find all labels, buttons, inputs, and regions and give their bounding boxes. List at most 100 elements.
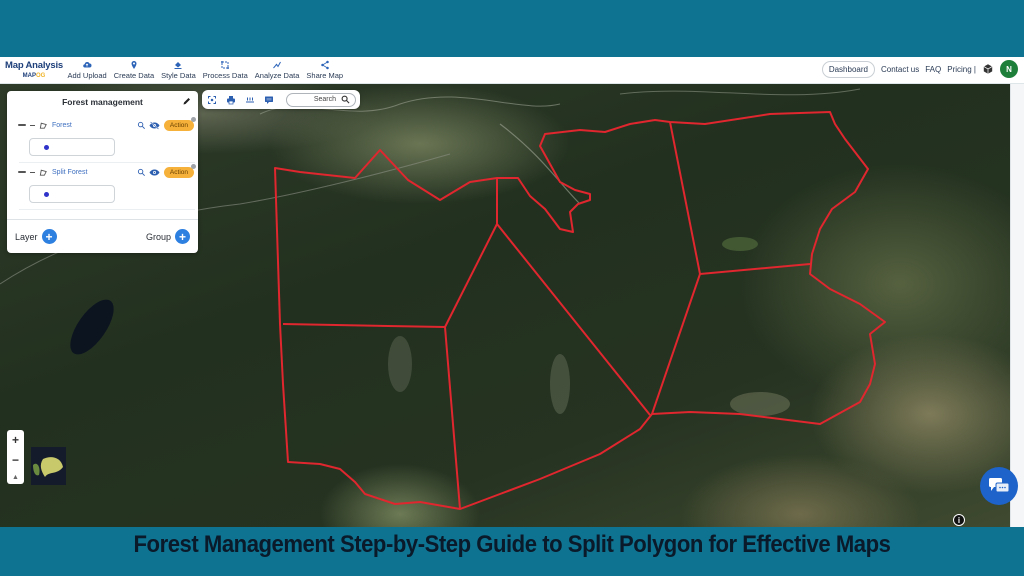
clearing — [388, 336, 412, 392]
menu-add-upload[interactable]: Add Upload — [64, 60, 110, 80]
share-icon — [320, 60, 329, 70]
globe-thumbnail — [33, 457, 63, 477]
divider — [19, 162, 195, 163]
action-label: Action — [169, 121, 188, 129]
eye-visible-icon[interactable] — [149, 168, 160, 177]
collapse-icon[interactable] — [30, 171, 35, 173]
comment-icon[interactable] — [264, 95, 274, 105]
add-layer-label: Layer — [15, 231, 38, 242]
layer-style-preview[interactable] — [29, 138, 115, 156]
collapse-icon[interactable] — [30, 124, 35, 126]
lake — [70, 299, 114, 355]
contact-us-link[interactable]: Contact us — [881, 65, 919, 74]
paint-bucket-icon — [174, 62, 182, 69]
divider — [19, 209, 195, 210]
menu-label: Process Data — [202, 71, 248, 80]
point-style-dot — [44, 192, 49, 197]
action-button[interactable]: Action — [163, 163, 196, 178]
process-icon — [221, 61, 230, 69]
clearing — [550, 354, 570, 414]
cloud-upload-icon — [83, 61, 92, 68]
location-pin-icon — [131, 61, 137, 69]
road — [619, 88, 861, 96]
split-line[interactable] — [651, 121, 701, 415]
map-toolbar: Search — [202, 90, 360, 109]
search-icon — [341, 95, 350, 104]
live-chat-button[interactable] — [980, 467, 1018, 505]
clearing — [730, 392, 790, 416]
polygon-icon — [39, 122, 47, 129]
menu-share-map[interactable]: Share Map — [303, 60, 347, 80]
plus-icon: + — [41, 229, 57, 244]
split-line[interactable] — [444, 223, 651, 416]
pricing-link[interactable]: Pricing | — [947, 65, 976, 74]
drag-handle-icon[interactable] — [18, 124, 26, 126]
right-navigation: Dashboard Contact us FAQ Pricing | N — [821, 60, 1018, 78]
action-label: Action — [169, 168, 188, 176]
add-group-label: Group — [145, 231, 171, 242]
zoom-controls: + − ▲ — [7, 430, 24, 484]
zoom-to-layer-icon[interactable] — [137, 121, 146, 130]
menu-create-data[interactable]: Create Data — [110, 60, 157, 80]
logo-map-text: MAP — [22, 72, 36, 79]
cube-icon[interactable] — [982, 63, 994, 75]
road — [499, 123, 581, 205]
panel-title: Forest management — [62, 97, 143, 107]
banner-frame: Map Analysis MAPOG Add Upload Create Dat… — [0, 0, 1024, 576]
search-label: Search — [313, 96, 336, 103]
menu-label: Style Data — [161, 71, 196, 80]
status-dot — [191, 116, 196, 122]
chat-bubbles-icon — [989, 478, 1010, 493]
compass-button[interactable]: ▲ — [12, 474, 19, 481]
layer-name[interactable]: Split Forest — [52, 169, 137, 176]
map-search-input[interactable]: Search — [286, 92, 356, 107]
forest-boundary[interactable] — [274, 111, 886, 510]
status-dot — [191, 163, 196, 169]
layer-name[interactable]: Forest — [52, 122, 137, 129]
menu-label: Create Data — [113, 71, 155, 80]
fullscreen-icon[interactable] — [207, 95, 217, 105]
menu-analyze-data[interactable]: Analyze Data — [251, 60, 303, 80]
measure-icon[interactable] — [245, 95, 255, 105]
plus-icon: + — [175, 229, 190, 244]
basemap-switcher-thumbnail[interactable] — [31, 447, 66, 485]
polygon-icon — [39, 169, 47, 176]
action-button[interactable]: Action — [163, 116, 196, 131]
menu-label: Add Upload — [67, 71, 107, 80]
layer-row-split-forest[interactable]: Split Forest Action — [18, 163, 196, 179]
zoom-out-button[interactable]: − — [12, 453, 19, 467]
zoom-to-layer-icon[interactable] — [137, 168, 146, 177]
main-menu: Add Upload Create Data Style Data Proces… — [64, 60, 347, 80]
add-layer-button[interactable]: Layer + — [15, 229, 57, 244]
zoom-in-button[interactable]: + — [12, 433, 19, 447]
add-group-button[interactable]: Group + — [146, 229, 190, 244]
eye-hidden-icon[interactable] — [149, 121, 160, 130]
menu-label: Share Map — [306, 71, 344, 80]
dashboard-button[interactable]: Dashboard — [821, 60, 875, 78]
top-navigation-bar: Map Analysis MAPOG Add Upload Create Dat… — [0, 57, 1024, 84]
user-avatar[interactable]: N — [1000, 60, 1018, 78]
menu-process-data[interactable]: Process Data — [199, 60, 251, 80]
split-line[interactable] — [282, 323, 461, 510]
panel-footer: Layer + Group + — [7, 219, 198, 253]
clearing — [722, 237, 758, 251]
right-scrollbar[interactable] — [1010, 84, 1024, 527]
split-forest-polygons[interactable] — [274, 111, 886, 510]
logo-subtitle: MAPOG — [23, 73, 46, 79]
layer-style-preview[interactable] — [29, 185, 115, 203]
logo-og-text: OG — [36, 72, 46, 79]
edit-pencil-icon[interactable] — [182, 96, 192, 106]
print-icon[interactable] — [226, 95, 236, 105]
menu-label: Analyze Data — [254, 71, 300, 80]
menu-style-data[interactable]: Style Data — [158, 60, 200, 80]
drag-handle-icon[interactable] — [18, 171, 26, 173]
app-logo[interactable]: Map Analysis MAPOG — [0, 61, 63, 79]
layer-panel: Forest management Forest Action Split Fo… — [7, 91, 198, 253]
info-icon[interactable]: i — [953, 514, 965, 526]
point-style-dot — [44, 145, 49, 150]
banner-caption: Forest Management Step-by-Step Guide to … — [133, 531, 891, 558]
layer-row-forest[interactable]: Forest Action — [18, 116, 196, 132]
split-line[interactable] — [699, 263, 811, 275]
analyze-icon — [273, 61, 282, 69]
faq-link[interactable]: FAQ — [925, 65, 941, 74]
